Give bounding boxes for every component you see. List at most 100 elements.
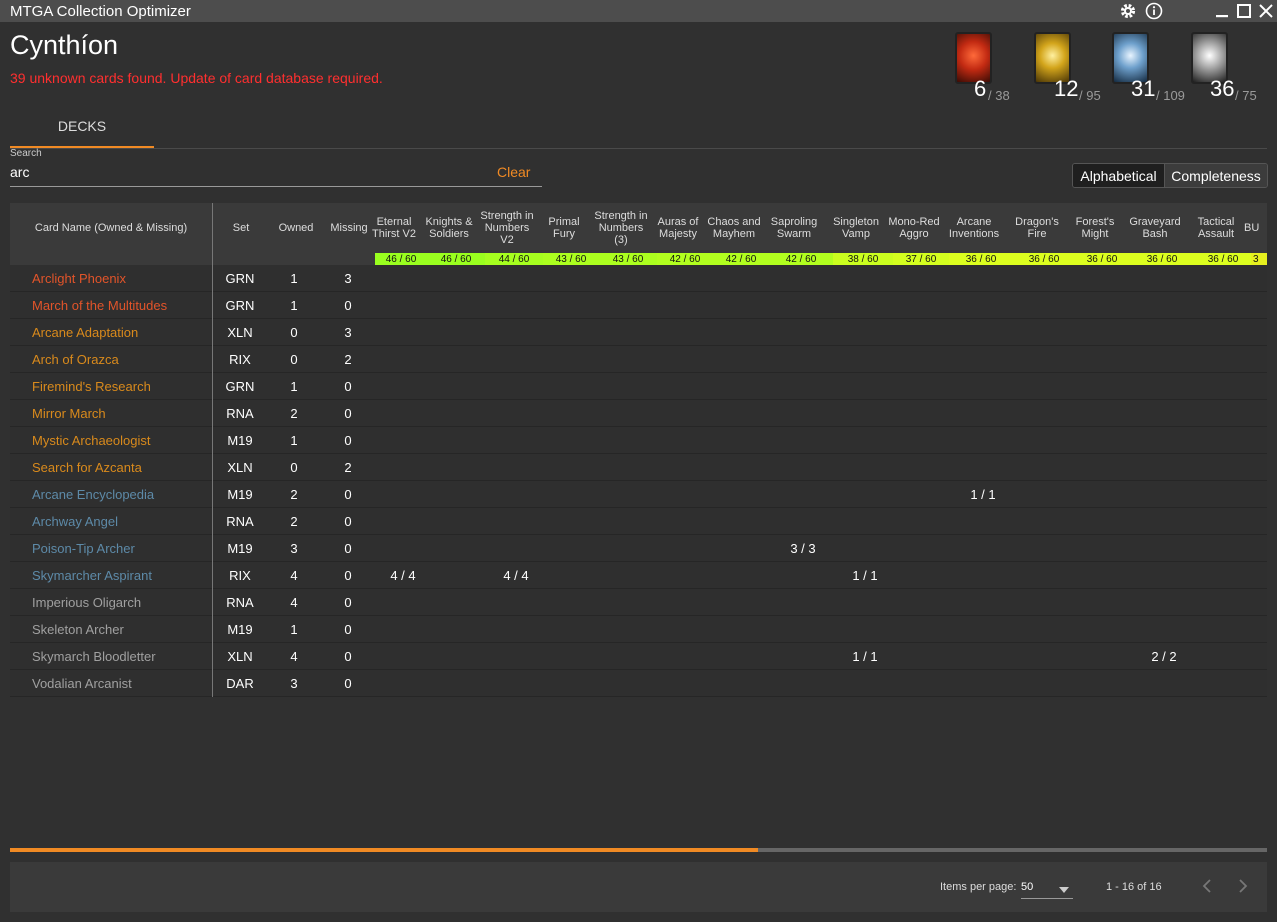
info-icon[interactable]: [1145, 2, 1163, 20]
deck-column-header[interactable]: Eternal Thirst V2: [368, 203, 420, 253]
sort-completeness-button[interactable]: Completeness: [1164, 164, 1267, 187]
table-row[interactable]: Search for Azcanta XLN 0 2: [10, 454, 1267, 481]
deck-column-header[interactable]: Chaos and Mayhem: [706, 203, 762, 253]
table-row[interactable]: March of the Multitudes GRN 1 0: [10, 292, 1267, 319]
deck-completion: 3: [1251, 253, 1267, 265]
deck-completion: 38 / 60: [833, 253, 893, 265]
owned-count: 1: [290, 379, 298, 394]
items-per-page-select[interactable]: 50: [1021, 875, 1073, 899]
owned-count: 2: [290, 514, 298, 529]
deck-column-header[interactable]: Mono-Red Aggro: [886, 203, 942, 253]
table-row[interactable]: Arclight Phoenix GRN 1 3: [10, 265, 1267, 292]
missing-count: 0: [344, 514, 352, 529]
card-name[interactable]: Skymarcher Aspirant: [32, 568, 152, 583]
card-name[interactable]: Mystic Archaeologist: [32, 433, 151, 448]
missing-count: 0: [344, 433, 352, 448]
deck-column-header[interactable]: BU: [1244, 203, 1267, 253]
card-name[interactable]: Search for Azcanta: [32, 460, 142, 475]
mana-owned: 12: [1054, 76, 1079, 101]
deck-completion: 43 / 60: [543, 253, 599, 265]
card-name[interactable]: Imperious Oligarch: [32, 595, 141, 610]
card-name[interactable]: March of the Multitudes: [32, 298, 167, 313]
missing-count: 0: [344, 541, 352, 556]
deck-column-header[interactable]: Graveyard Bash: [1122, 203, 1188, 253]
card-name[interactable]: Skymarch Bloodletter: [32, 649, 156, 664]
card-name[interactable]: Vodalian Arcanist: [32, 676, 132, 691]
table-row[interactable]: Mystic Archaeologist M19 1 0: [10, 427, 1267, 454]
table-row[interactable]: Imperious Oligarch RNA 4 0: [10, 589, 1267, 616]
horizontal-scrollbar[interactable]: [10, 848, 1267, 852]
mana-owned: 36: [1210, 76, 1235, 101]
close-icon[interactable]: [1257, 2, 1275, 20]
owned-count: 1: [290, 298, 298, 313]
clear-button[interactable]: Clear: [497, 164, 530, 180]
table-row[interactable]: Skymarch Bloodletter XLN 4 0 1 / 1 2 / 2: [10, 643, 1267, 670]
deck-column-header[interactable]: Primal Fury: [536, 203, 592, 253]
table-row[interactable]: Arcane Adaptation XLN 0 3: [10, 319, 1267, 346]
deck-column-header[interactable]: Dragon's Fire: [1006, 203, 1068, 253]
table-row[interactable]: Arch of Orazca RIX 0 2: [10, 346, 1267, 373]
card-name[interactable]: Mirror March: [32, 406, 106, 421]
deck-column-header[interactable]: Singleton Vamp: [826, 203, 886, 253]
search-underline: [10, 186, 542, 187]
card-name[interactable]: Archway Angel: [32, 514, 118, 529]
table-row[interactable]: Skeleton Archer M19 1 0: [10, 616, 1267, 643]
deck-completion: 42 / 60: [713, 253, 769, 265]
deck-completion: 36 / 60: [1195, 253, 1251, 265]
deck-column-header[interactable]: Strength in Numbers V2: [478, 203, 536, 253]
missing-count: 3: [344, 325, 352, 340]
sort-alphabetical-button[interactable]: Alphabetical: [1073, 164, 1165, 187]
card-name[interactable]: Arcane Encyclopedia: [32, 487, 154, 502]
deck-card-count: 1 / 1: [852, 568, 878, 583]
table-header: Card Name (Owned & Missing): [10, 203, 212, 269]
deck-card-count: 1 / 1: [852, 649, 878, 664]
tab-decks[interactable]: DECKS: [10, 112, 154, 148]
search-input[interactable]: [10, 162, 480, 182]
deck-card-count: 1 / 1: [970, 487, 996, 502]
table-row[interactable]: Poison-Tip Archer M19 3 0 3 / 3: [10, 535, 1267, 562]
card-set: XLN: [227, 460, 253, 475]
minimize-icon[interactable]: [1213, 2, 1231, 20]
table-row[interactable]: Arcane Encyclopedia M19 2 0 1 / 1: [10, 481, 1267, 508]
deck-column-header[interactable]: Strength in Numbers (3): [592, 203, 650, 253]
header-card-name[interactable]: Card Name (Owned & Missing): [10, 222, 212, 234]
deck-column-header[interactable]: Tactical Assault: [1188, 203, 1244, 253]
deck-column-header[interactable]: Arcane Inventions: [942, 203, 1006, 253]
card-name[interactable]: Arcane Adaptation: [32, 325, 138, 340]
deck-column-header[interactable]: Saproling Swarm: [762, 203, 826, 253]
missing-count: 0: [344, 487, 352, 502]
owned-count: 4: [290, 595, 298, 610]
table-row[interactable]: Firemind's Research GRN 1 0: [10, 373, 1267, 400]
mana-total: / 75: [1235, 88, 1257, 103]
table-row[interactable]: Mirror March RNA 2 0: [10, 400, 1267, 427]
card-set: RNA: [226, 595, 254, 610]
maximize-icon[interactable]: [1235, 2, 1253, 20]
previous-page-icon[interactable]: [1197, 876, 1217, 896]
deck-column-header[interactable]: Auras of Majesty: [650, 203, 706, 253]
card-name[interactable]: Arch of Orazca: [32, 352, 119, 367]
next-page-icon[interactable]: [1233, 876, 1253, 896]
card-name[interactable]: Arclight Phoenix: [32, 271, 126, 286]
card-name[interactable]: Skeleton Archer: [32, 622, 124, 637]
table-row[interactable]: Vodalian Arcanist DAR 3 0: [10, 670, 1267, 697]
gear-icon[interactable]: [1119, 2, 1137, 20]
deck-completion: 36 / 60: [949, 253, 1013, 265]
card-set: M19: [227, 433, 253, 448]
card-name[interactable]: Poison-Tip Archer: [32, 541, 135, 556]
card-name[interactable]: Firemind's Research: [32, 379, 151, 394]
scrollbar-thumb[interactable]: [10, 848, 758, 852]
deck-column-header[interactable]: Forest's Might: [1068, 203, 1122, 253]
missing-count: 0: [344, 649, 352, 664]
header-owned[interactable]: Owned: [268, 222, 324, 234]
missing-count: 0: [344, 406, 352, 421]
card-set: RIX: [229, 568, 251, 583]
table-row[interactable]: Skymarcher Aspirant RIX 4 0 4 / 4 4 / 4 1 / 1: [10, 562, 1267, 589]
card-table: Card Name (Owned & Missing) Set Owned Mi…: [10, 203, 1267, 698]
deck-card-count: 3 / 3: [790, 541, 816, 556]
deck-column-header[interactable]: Knights & Soldiers: [420, 203, 478, 253]
table-row[interactable]: Archway Angel RNA 2 0: [10, 508, 1267, 535]
card-set: M19: [227, 622, 253, 637]
missing-count: 0: [344, 568, 352, 583]
dropdown-arrow-icon: [1059, 884, 1069, 896]
header-set[interactable]: Set: [213, 222, 269, 234]
